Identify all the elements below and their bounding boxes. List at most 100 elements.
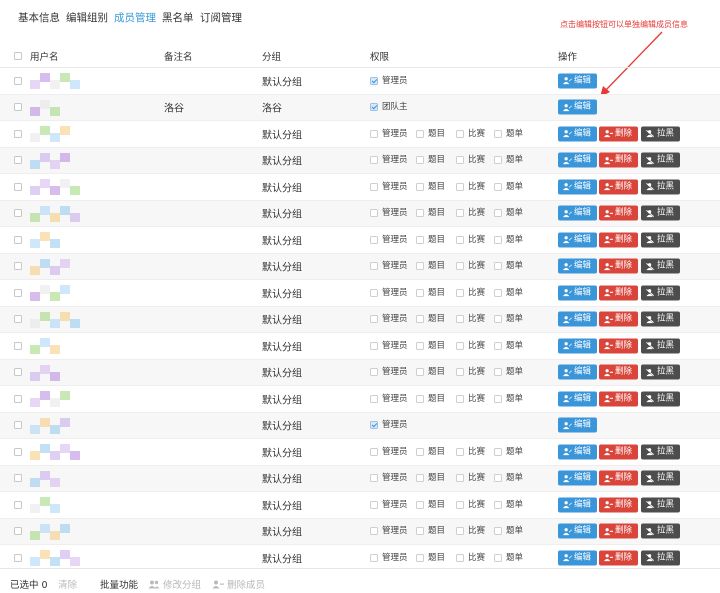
blacklist-button[interactable]: 拉黑 <box>641 126 680 142</box>
blacklist-button[interactable]: 拉黑 <box>641 497 680 513</box>
permission-contest[interactable]: 比赛 <box>456 499 496 511</box>
row-checkbox[interactable] <box>14 341 22 350</box>
edit-button[interactable]: 编辑 <box>558 497 597 513</box>
permission-checkbox[interactable] <box>416 527 424 536</box>
permission-checkbox[interactable] <box>494 368 502 377</box>
permission-problemset[interactable]: 题单 <box>494 154 534 166</box>
row-checkbox[interactable] <box>14 156 22 165</box>
blacklist-button[interactable]: 拉黑 <box>641 179 680 195</box>
permission-problemset[interactable]: 题单 <box>494 260 534 272</box>
permission-problem[interactable]: 题目 <box>416 234 456 246</box>
permission-checkbox[interactable] <box>416 474 424 483</box>
edit-button[interactable]: 编辑 <box>558 126 597 142</box>
permission-checkbox[interactable] <box>494 156 502 165</box>
permission-admin[interactable]: 管理员 <box>370 419 430 431</box>
permission-checkbox[interactable] <box>416 262 424 271</box>
permission-checkbox[interactable] <box>416 500 424 509</box>
permission-problemset[interactable]: 题单 <box>494 128 534 140</box>
permission-checkbox[interactable] <box>370 103 378 112</box>
edit-button[interactable]: 编辑 <box>558 99 597 115</box>
permission-problemset[interactable]: 题单 <box>494 393 534 405</box>
permission-checkbox[interactable] <box>416 341 424 350</box>
permission-checkbox[interactable] <box>416 368 424 377</box>
permission-contest[interactable]: 比赛 <box>456 552 496 564</box>
edit-button[interactable]: 编辑 <box>558 550 597 566</box>
blacklist-button[interactable]: 拉黑 <box>641 205 680 221</box>
row-checkbox[interactable] <box>14 209 22 218</box>
permission-contest[interactable]: 比赛 <box>456 181 496 193</box>
permission-admin[interactable]: 管理员 <box>370 340 410 352</box>
permission-problem[interactable]: 题目 <box>416 499 456 511</box>
permission-checkbox[interactable] <box>494 209 502 218</box>
permission-checkbox[interactable] <box>370 315 378 324</box>
permission-problem[interactable]: 题目 <box>416 340 456 352</box>
row-checkbox[interactable] <box>14 474 22 483</box>
delete-button[interactable]: 删除 <box>599 364 638 380</box>
delete-button[interactable]: 删除 <box>599 285 638 301</box>
permission-admin[interactable]: 管理员 <box>370 207 410 219</box>
permission-admin[interactable]: 管理员 <box>370 366 410 378</box>
permission-checkbox[interactable] <box>494 182 502 191</box>
permission-checkbox[interactable] <box>370 129 378 138</box>
delete-button[interactable]: 删除 <box>599 126 638 142</box>
permission-problemset[interactable]: 题单 <box>494 313 534 325</box>
permission-checkbox[interactable] <box>494 527 502 536</box>
edit-button[interactable]: 编辑 <box>558 338 597 354</box>
permission-checkbox[interactable] <box>370 500 378 509</box>
permission-checkbox[interactable] <box>456 553 464 562</box>
blacklist-button[interactable]: 拉黑 <box>641 550 680 566</box>
permission-checkbox[interactable] <box>456 500 464 509</box>
permission-admin[interactable]: 管理员 <box>370 287 410 299</box>
permission-problemset[interactable]: 题单 <box>494 446 534 458</box>
permission-checkbox[interactable] <box>456 394 464 403</box>
permission-checkbox[interactable] <box>456 182 464 191</box>
permission-checkbox[interactable] <box>416 447 424 456</box>
row-checkbox[interactable] <box>14 235 22 244</box>
permission-checkbox[interactable] <box>370 182 378 191</box>
blacklist-button[interactable]: 拉黑 <box>641 364 680 380</box>
tab-member-management[interactable]: 成员管理 <box>114 10 156 25</box>
permission-checkbox[interactable] <box>370 76 378 85</box>
tab-blacklist[interactable]: 黑名单 <box>162 10 194 25</box>
permission-checkbox[interactable] <box>494 447 502 456</box>
permission-admin[interactable]: 管理员 <box>370 552 410 564</box>
edit-button[interactable]: 编辑 <box>558 232 597 248</box>
permission-contest[interactable]: 比赛 <box>456 154 496 166</box>
delete-button[interactable]: 删除 <box>599 497 638 513</box>
permission-problemset[interactable]: 题单 <box>494 234 534 246</box>
permission-problem[interactable]: 题目 <box>416 446 456 458</box>
tab-edit-groups[interactable]: 编辑组别 <box>66 10 108 25</box>
permission-problemset[interactable]: 题单 <box>494 207 534 219</box>
permission-checkbox[interactable] <box>370 368 378 377</box>
row-checkbox[interactable] <box>14 553 22 562</box>
permission-checkbox[interactable] <box>370 235 378 244</box>
delete-button[interactable]: 删除 <box>599 311 638 327</box>
row-checkbox[interactable] <box>14 315 22 324</box>
permission-admin[interactable]: 管理员 <box>370 234 410 246</box>
edit-button[interactable]: 编辑 <box>558 205 597 221</box>
permission-checkbox[interactable] <box>456 341 464 350</box>
delete-button[interactable]: 删除 <box>599 232 638 248</box>
permission-checkbox[interactable] <box>456 527 464 536</box>
edit-button[interactable]: 编辑 <box>558 364 597 380</box>
permission-contest[interactable]: 比赛 <box>456 207 496 219</box>
tab-basic-info[interactable]: 基本信息 <box>18 10 60 25</box>
permission-problemset[interactable]: 题单 <box>494 340 534 352</box>
permission-admin[interactable]: 管理员 <box>370 472 410 484</box>
permission-checkbox[interactable] <box>370 447 378 456</box>
permission-checkbox[interactable] <box>494 474 502 483</box>
edit-button[interactable]: 编辑 <box>558 258 597 274</box>
permission-admin[interactable]: 管理员 <box>370 393 410 405</box>
permission-owner[interactable]: 团队主 <box>370 101 430 113</box>
clear-selection-button[interactable]: 清除 <box>58 577 77 591</box>
edit-button[interactable]: 编辑 <box>558 179 597 195</box>
permission-checkbox[interactable] <box>456 235 464 244</box>
permission-checkbox[interactable] <box>416 235 424 244</box>
permission-problemset[interactable]: 题单 <box>494 552 534 564</box>
permission-checkbox[interactable] <box>416 288 424 297</box>
permission-checkbox[interactable] <box>456 288 464 297</box>
delete-button[interactable]: 删除 <box>599 179 638 195</box>
permission-checkbox[interactable] <box>370 209 378 218</box>
blacklist-button[interactable]: 拉黑 <box>641 285 680 301</box>
row-checkbox[interactable] <box>14 394 22 403</box>
